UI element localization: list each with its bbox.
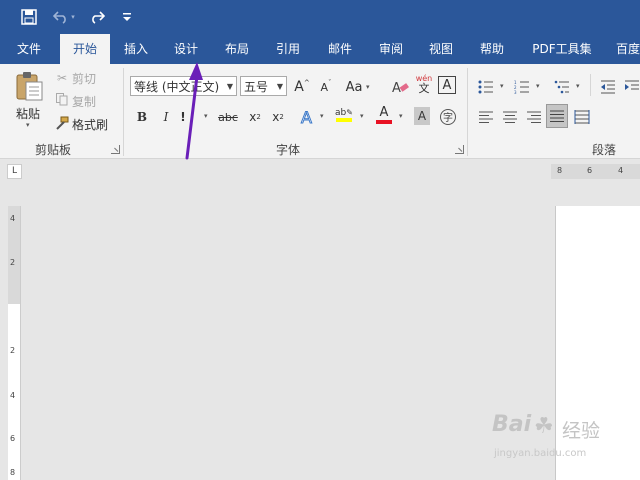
text-effects-icon[interactable]: A [298, 106, 318, 128]
paste-button[interactable]: 粘贴 ▾ [14, 70, 46, 130]
paragraph-group-label: 段落 [592, 143, 617, 157]
font-color-icon[interactable]: A [374, 104, 394, 126]
subscript-icon[interactable]: x2 [245, 106, 265, 128]
justify-icon[interactable] [546, 104, 568, 128]
tab-help[interactable]: 帮助 [470, 34, 514, 64]
group-separator [590, 74, 591, 96]
horizontal-ruler[interactable]: 8 6 4 [551, 164, 640, 179]
tab-references[interactable]: 引用 [266, 34, 310, 64]
svg-text:A: A [392, 81, 401, 95]
undo-dropdown-icon[interactable]: ▾ [68, 6, 78, 28]
svg-text:字: 字 [443, 111, 453, 124]
format-painter-button[interactable]: 格式刷 [54, 114, 108, 134]
phonetic-guide-icon[interactable]: wén 文 [414, 73, 434, 95]
tab-baidu[interactable]: 百度 [608, 34, 640, 64]
font-launcher-icon[interactable] [455, 145, 464, 154]
scissors-icon: ✂ [56, 71, 68, 85]
increase-indent-icon[interactable] [622, 76, 640, 98]
numbering-dropdown-icon[interactable]: ▾ [536, 82, 540, 90]
tab-insert[interactable]: 插入 [114, 34, 158, 64]
paw-icon: ☘ [534, 414, 554, 439]
save-icon[interactable] [18, 6, 40, 28]
change-case-icon[interactable]: Aa [344, 76, 364, 98]
ribbon-tabs: 文件 开始 插入 设计 布局 引用 邮件 审阅 视图 帮助 PDF工具集 百度 [0, 34, 640, 64]
align-right-icon[interactable] [524, 106, 544, 128]
chevron-down-icon: ▼ [226, 82, 233, 91]
highlight-dropdown-icon[interactable]: ▾ [360, 112, 364, 120]
annotation-arrow-icon [185, 62, 203, 160]
group-separator [123, 68, 124, 156]
multilevel-list-icon[interactable] [552, 76, 572, 98]
cut-button[interactable]: ✂ 剪切 [54, 68, 96, 88]
font-group-label: 字体 [276, 143, 301, 157]
group-separator [467, 68, 468, 156]
clipboard-group-label: 剪贴板 [35, 143, 72, 157]
strikethrough-icon[interactable]: abc [218, 106, 238, 128]
tab-view[interactable]: 视图 [419, 34, 463, 64]
decrease-indent-icon[interactable] [598, 76, 618, 98]
tab-layout[interactable]: 布局 [215, 34, 259, 64]
tab-pdf-tools[interactable]: PDF工具集 [526, 34, 598, 64]
bold-icon[interactable]: B [132, 106, 152, 128]
change-case-dropdown-icon[interactable]: ▾ [366, 83, 370, 91]
character-border-icon[interactable]: A [438, 76, 456, 94]
bullets-icon[interactable] [476, 76, 496, 98]
superscript-icon[interactable]: x2 [268, 106, 288, 128]
text-effects-dropdown-icon[interactable]: ▾ [320, 112, 324, 120]
title-bar: ▾ [0, 0, 640, 34]
format-painter-icon [54, 116, 70, 133]
tab-home[interactable]: 开始 [60, 34, 110, 64]
font-color-dropdown-icon[interactable]: ▾ [399, 112, 403, 120]
highlight-icon[interactable]: ab✎ [334, 104, 354, 126]
enclose-character-icon[interactable]: 字 [438, 106, 458, 128]
tab-mailings[interactable]: 邮件 [318, 34, 362, 64]
bullets-dropdown-icon[interactable]: ▾ [500, 82, 504, 90]
tab-review[interactable]: 审阅 [369, 34, 413, 64]
chevron-down-icon: ▼ [276, 82, 283, 91]
svg-text:A: A [301, 108, 312, 126]
baidu-watermark: Bai ☘ 经验 jingyan.baidu.com [492, 412, 601, 459]
redo-icon[interactable] [86, 6, 108, 28]
align-center-icon[interactable] [500, 106, 520, 128]
grow-font-icon[interactable]: A ^ [292, 76, 312, 98]
paste-dropdown-icon[interactable]: ▾ [26, 121, 30, 129]
paste-icon [16, 72, 43, 101]
italic-icon[interactable]: I [156, 106, 176, 128]
numbering-icon[interactable]: 123 [512, 76, 532, 98]
ribbon-home: 粘贴 ▾ ✂ 剪切 复制 格式刷 剪贴板 等线 (中文正文) ▼ 五号 ▼ A ^ A… [0, 64, 640, 159]
copy-button[interactable]: 复制 [54, 91, 96, 111]
character-shading-icon[interactable]: A [414, 107, 430, 125]
multilevel-dropdown-icon[interactable]: ▾ [576, 82, 580, 90]
font-size-select[interactable]: 五号 ▼ [240, 76, 287, 96]
paste-label: 粘贴 [16, 107, 41, 121]
vertical-ruler-labels: 4 2 2 4 6 8 [10, 214, 16, 477]
tab-selector[interactable]: L [7, 164, 22, 179]
customize-qat-icon[interactable] [116, 6, 138, 28]
clipboard-launcher-icon[interactable] [111, 145, 120, 154]
shrink-font-icon[interactable]: Aˇ [316, 76, 336, 98]
copy-icon [54, 93, 70, 109]
svg-text:3: 3 [514, 90, 517, 94]
distributed-icon[interactable] [572, 106, 592, 128]
align-left-icon[interactable] [476, 106, 496, 128]
clear-formatting-icon[interactable]: A [390, 76, 410, 98]
tab-file[interactable]: 文件 [6, 34, 52, 64]
